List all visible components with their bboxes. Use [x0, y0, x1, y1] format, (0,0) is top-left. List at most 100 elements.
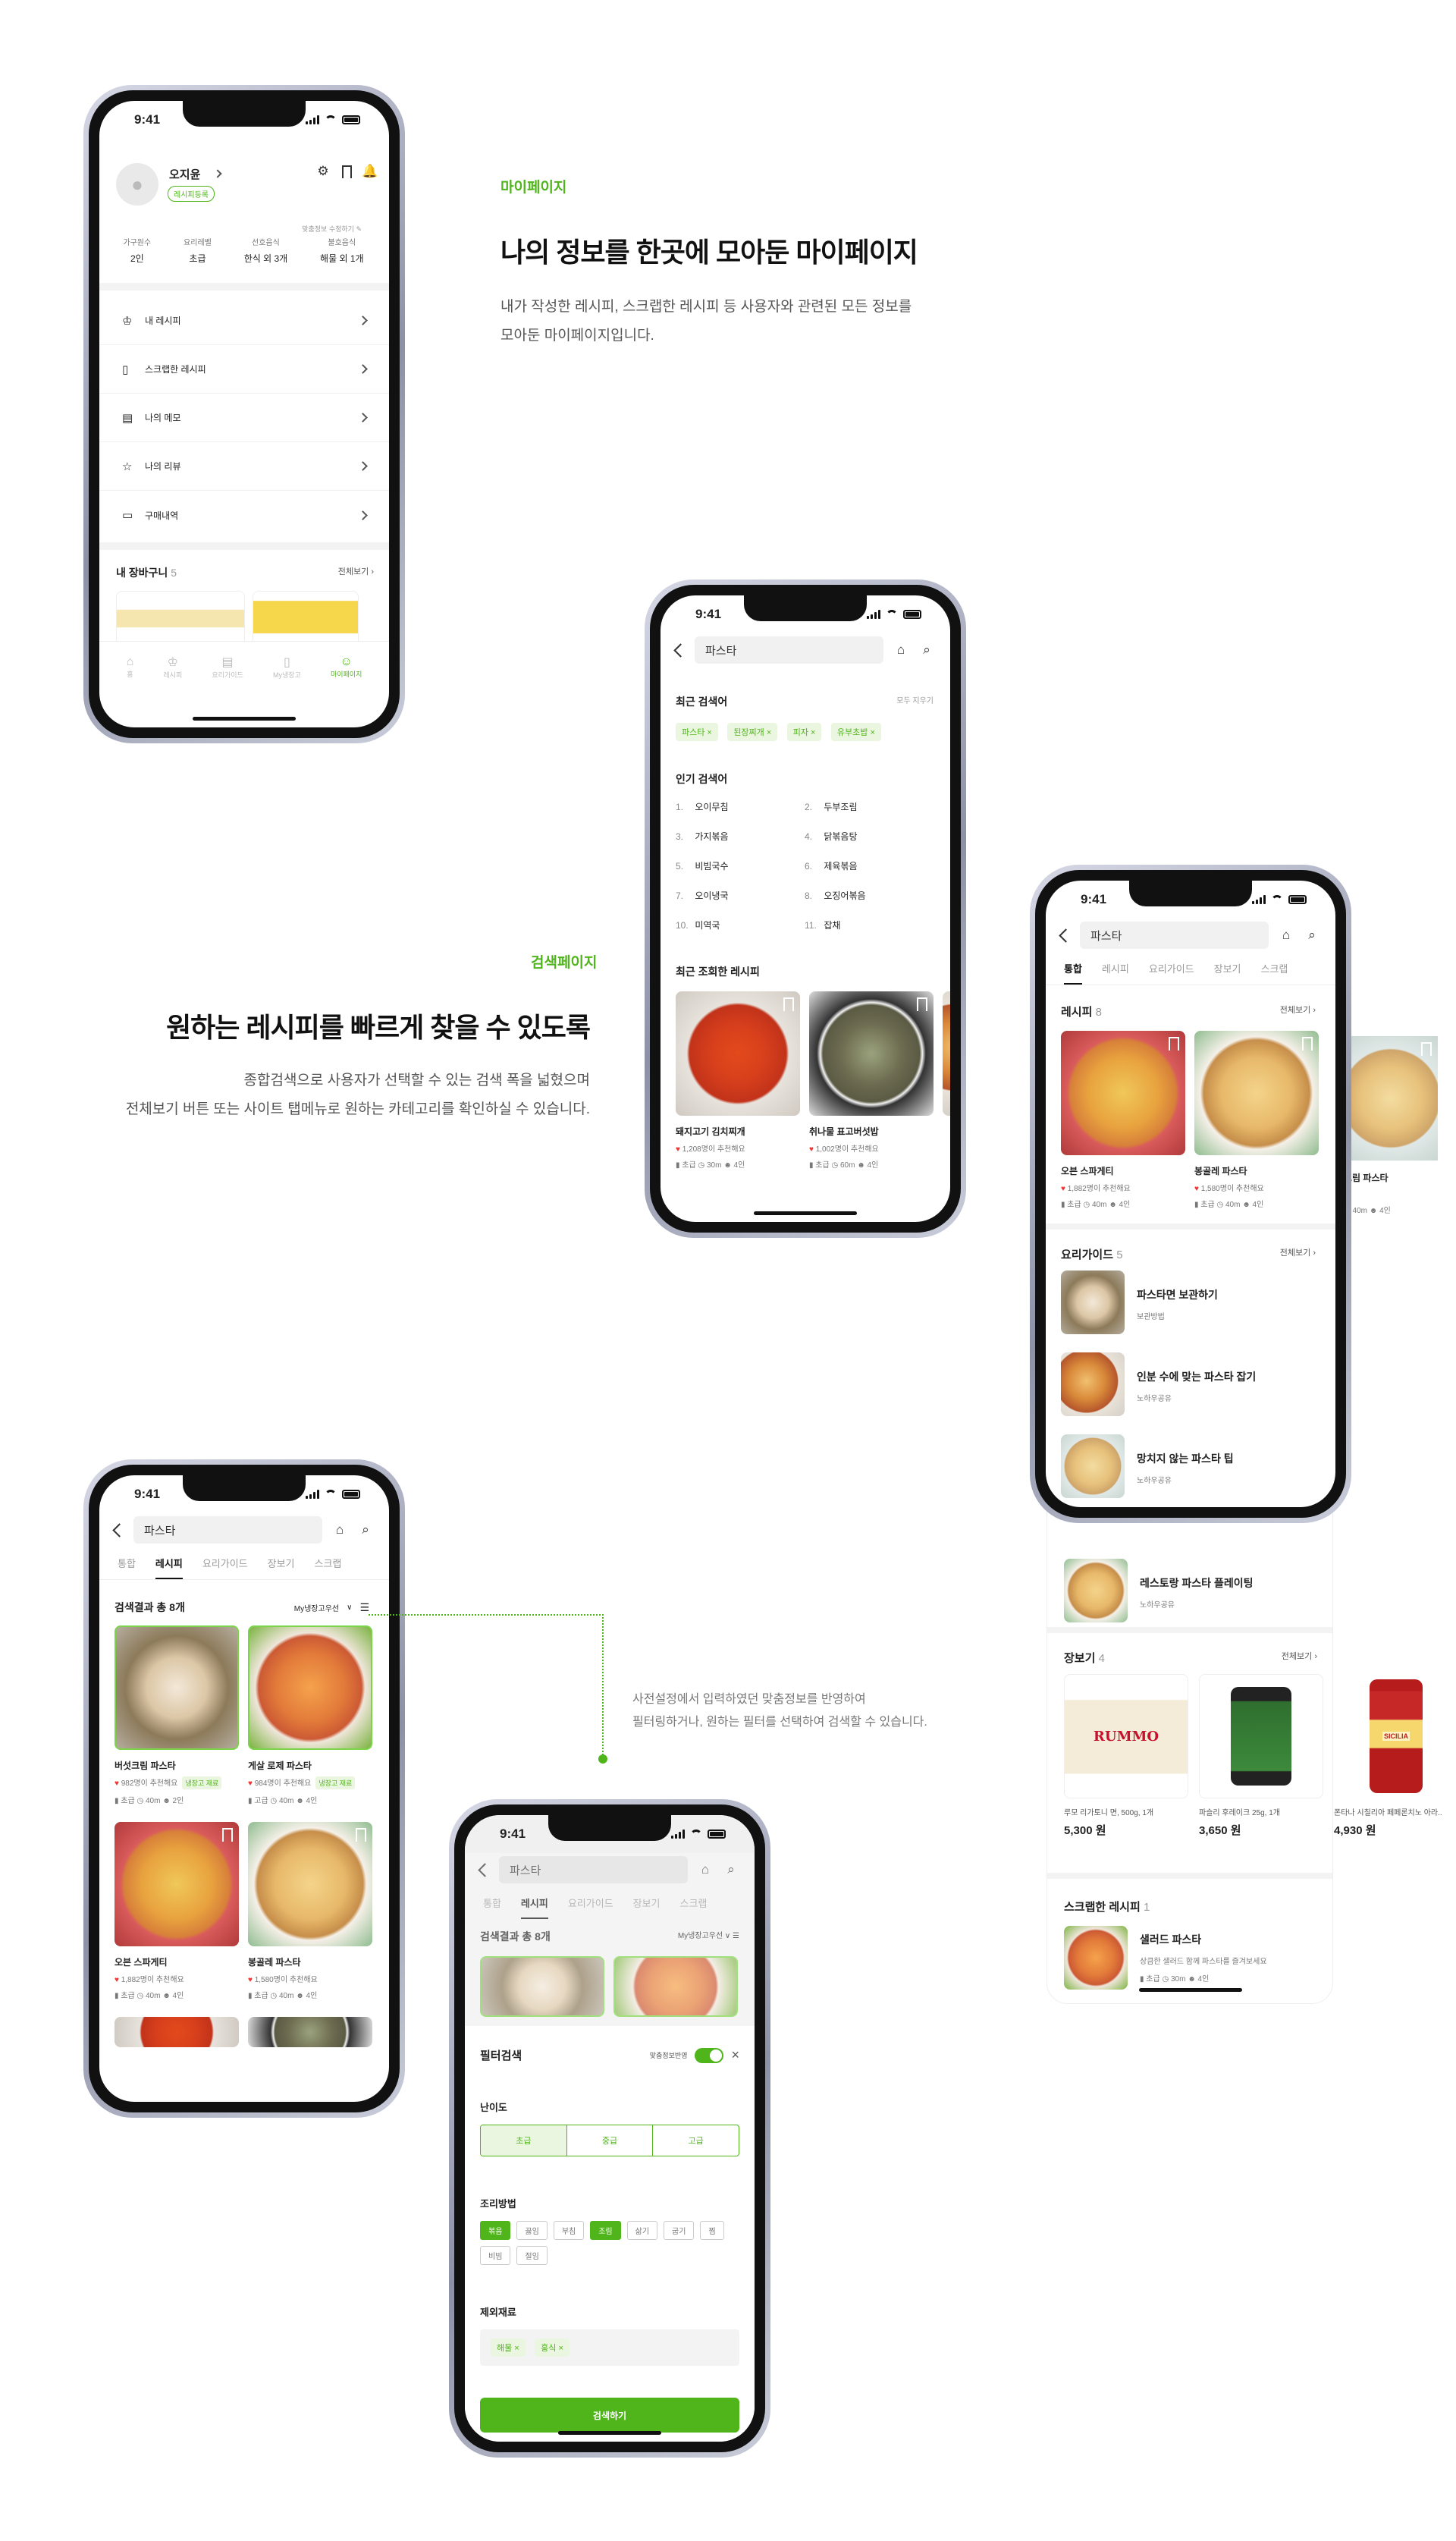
- search-submit-button[interactable]: 검색하기: [480, 2398, 739, 2433]
- clear-all-button[interactable]: 모두 지우기: [896, 694, 934, 709]
- tab-recipe[interactable]: 레시피: [1102, 961, 1129, 985]
- shop-item[interactable]: SICILIA 폰타나 시칠리아 페페론치노 아라.. 4,930 원: [1334, 1674, 1456, 1838]
- shop-item[interactable]: 파슬리 후레이크 25g, 1개 3,650 원: [1199, 1674, 1323, 1838]
- tab-recipe[interactable]: 레시피: [520, 1896, 548, 1919]
- recent-chip[interactable]: 된장찌개 ×: [727, 723, 778, 741]
- recipe-card-overflow[interactable]: 크림 파스타 ◷ 40m ☻ 4인: [1344, 1036, 1438, 1215]
- exclude-input[interactable]: 해물 × 홍식 ×: [480, 2329, 739, 2366]
- menu-item-scrap[interactable]: ▯ 스크랩한 레시피: [99, 345, 389, 394]
- menu-item-memo[interactable]: ▤ 나의 메모: [99, 394, 389, 442]
- method-chip[interactable]: 조림: [590, 2221, 621, 2240]
- method-chip[interactable]: 찜: [700, 2221, 724, 2240]
- guide-item[interactable]: 망치지 않는 파스타 팁 노하우공유: [1061, 1434, 1316, 1507]
- recipe-card[interactable]: 돼지고기 김치찌개 ♥ 1,208명이 추천해요 ▮ 초급 ◷ 30m ☻ 4인: [676, 991, 800, 1170]
- search-input[interactable]: 파스타: [499, 1856, 688, 1883]
- method-chip[interactable]: 삶기: [626, 2221, 658, 2240]
- popular-item[interactable]: 1. 오이무침: [676, 800, 805, 813]
- gear-icon[interactable]: ⚙: [315, 163, 331, 180]
- method-chip[interactable]: 볶음: [480, 2221, 511, 2240]
- popular-item[interactable]: 7. 오이냉국: [676, 889, 805, 902]
- popular-item[interactable]: 11. 잡채: [805, 919, 934, 931]
- back-arrow-icon[interactable]: [673, 642, 688, 658]
- bookmark-icon[interactable]: [1421, 1042, 1432, 1056]
- tab-scrap[interactable]: 스크랩: [315, 1556, 342, 1579]
- tab-recipe[interactable]: 레시피: [155, 1556, 183, 1579]
- popular-item[interactable]: 5. 비빔국수: [676, 859, 805, 872]
- difficulty-option[interactable]: 초급: [481, 2125, 567, 2156]
- recipe-card[interactable]: 게살 로제 파스타 ♥ 984명이 추천해요 냉장고 재료 ▮ 고급 ◷ 40m …: [248, 1625, 372, 1805]
- method-chip[interactable]: 절임: [516, 2246, 548, 2265]
- difficulty-option[interactable]: 중급: [567, 2125, 654, 2156]
- view-all-button[interactable]: 전체보기 ›: [1282, 1650, 1317, 1666]
- popular-item[interactable]: 6. 제육볶음: [805, 859, 934, 872]
- filter-icon[interactable]: ☰: [359, 1601, 369, 1614]
- recipe-card[interactable]: 봉골레 파스타 ♥ 1,580명이 추천해요 ▮ 초급 ◷ 40m ☻ 4인: [248, 1822, 372, 2000]
- bookmark-icon[interactable]: [917, 997, 927, 1011]
- register-recipe-badge[interactable]: 레시피등록: [168, 186, 215, 202]
- popular-item[interactable]: 3. 가지볶음: [676, 830, 805, 843]
- shop-item[interactable]: RUMMO 루모 리가토니 면, 500g, 1개 5,300 원: [1064, 1674, 1188, 1838]
- guide-item[interactable]: 파스타면 보관하기 보관방법: [1061, 1270, 1316, 1352]
- bookmark-icon[interactable]: [783, 997, 794, 1011]
- home-icon[interactable]: ⌂: [1278, 927, 1294, 944]
- search-input[interactable]: 파스타: [695, 636, 883, 664]
- bookmark-icon[interactable]: [222, 1828, 233, 1842]
- nav-guide[interactable]: ▤ 요리가이드: [212, 655, 243, 680]
- tab-integrated[interactable]: 통합: [118, 1556, 136, 1579]
- method-chip[interactable]: 끓임: [516, 2221, 548, 2240]
- guide-item[interactable]: 인분 수에 맞는 파스타 잡기 노하우공유: [1061, 1352, 1316, 1434]
- bell-icon[interactable]: 🔔: [362, 163, 378, 180]
- menu-item-reviews[interactable]: ☆ 나의 리뷰: [99, 442, 389, 491]
- recipe-card[interactable]: 오븐 스파게티 ♥ 1,882명이 추천해요 ▮ 초급 ◷ 40m ☻ 4인: [115, 1822, 239, 2000]
- popular-item[interactable]: 2. 두부조림: [805, 800, 934, 813]
- popular-item[interactable]: 8. 오징어볶음: [805, 889, 934, 902]
- back-arrow-icon[interactable]: [478, 1862, 492, 1877]
- bookmark-icon[interactable]: [1169, 1037, 1179, 1051]
- tab-shop[interactable]: 장보기: [1214, 961, 1241, 985]
- back-arrow-icon[interactable]: [1059, 928, 1073, 943]
- home-icon[interactable]: ⌂: [697, 1861, 714, 1878]
- recent-chip[interactable]: 피자 ×: [786, 723, 822, 741]
- recipe-card[interactable]: 오븐 스파게티 ♥ 1,882명이 추천해요 ▮ 초급 ◷ 40m ☻ 4인: [1061, 1031, 1185, 1209]
- sort-dropdown[interactable]: My냉장고우선 ∨ ☰: [678, 1929, 739, 1944]
- recipe-card[interactable]: 봉골레 파스타 ♥ 1,580명이 추천해요 ▮ 초급 ◷ 40m ☻ 4인: [1194, 1031, 1319, 1209]
- tab-shop[interactable]: 장보기: [268, 1556, 295, 1579]
- back-arrow-icon[interactable]: [112, 1522, 127, 1537]
- search-icon[interactable]: ⌕: [357, 1522, 374, 1538]
- tab-guide[interactable]: 요리가이드: [202, 1556, 248, 1579]
- chevron-right-icon[interactable]: [213, 169, 222, 178]
- tab-integrated[interactable]: 통합: [483, 1896, 501, 1919]
- sort-dropdown[interactable]: My냉장고우선: [294, 1602, 339, 1613]
- close-icon[interactable]: ×: [731, 2047, 739, 2063]
- search-input[interactable]: 파스타: [133, 1516, 322, 1544]
- search-input[interactable]: 파스타: [1080, 922, 1269, 949]
- cart-view-all[interactable]: 전체보기 ›: [338, 565, 374, 580]
- recipe-card[interactable]: 버섯크림 파스타 ♥ 982명이 추천해요 냉장고 재료 ▮ 초급 ◷ 40m ☻…: [115, 1625, 239, 1805]
- exclude-chip[interactable]: 홍식 ×: [535, 2338, 570, 2357]
- search-icon[interactable]: ⌕: [723, 1861, 739, 1878]
- tab-scrap[interactable]: 스크랩: [1261, 961, 1288, 985]
- scrap-item[interactable]: 샐러드 파스타 상큼한 샐러드 함께 파스타를 즐겨보세요 ▮ 초급 ◷ 30m…: [1064, 1926, 1314, 1990]
- popular-item[interactable]: 10. 미역국: [676, 919, 805, 931]
- bookmark-icon[interactable]: [356, 1828, 366, 1842]
- guide-item-overflow[interactable]: 레스토랑 파스타 플레이팅 노하우공유: [1064, 1559, 1317, 1622]
- custom-info-toggle[interactable]: [695, 2047, 724, 2063]
- edit-info-link[interactable]: 맞춤정보 수정하기 ✎: [302, 224, 362, 234]
- menu-item-my-recipes[interactable]: ♔ 내 레시피: [99, 297, 389, 345]
- method-chip[interactable]: 비빔: [480, 2246, 511, 2265]
- search-icon[interactable]: ⌕: [918, 642, 935, 658]
- popular-item[interactable]: 4. 닭볶음탕: [805, 830, 934, 843]
- tab-guide[interactable]: 요리가이드: [568, 1896, 613, 1919]
- nav-home[interactable]: ⌂ 홈: [127, 655, 134, 679]
- tab-guide[interactable]: 요리가이드: [1149, 961, 1194, 985]
- search-icon[interactable]: ⌕: [1304, 927, 1320, 944]
- home-icon[interactable]: ⌂: [331, 1522, 348, 1538]
- view-all-button[interactable]: 전체보기 ›: [1280, 1004, 1316, 1019]
- recipe-card[interactable]: 취나물 표고버섯밥 ♥ 1,002명이 추천해요 ▮ 초급 ◷ 60m ☻ 4인: [809, 991, 934, 1170]
- bookmark-icon[interactable]: [342, 165, 352, 178]
- bookmark-icon[interactable]: [1302, 1037, 1313, 1051]
- tab-shop[interactable]: 장보기: [633, 1896, 661, 1919]
- nav-recipe[interactable]: ♔ 레시피: [163, 655, 182, 680]
- nav-fridge[interactable]: ▯ My냉장고: [273, 655, 301, 680]
- avatar[interactable]: ●: [116, 163, 158, 206]
